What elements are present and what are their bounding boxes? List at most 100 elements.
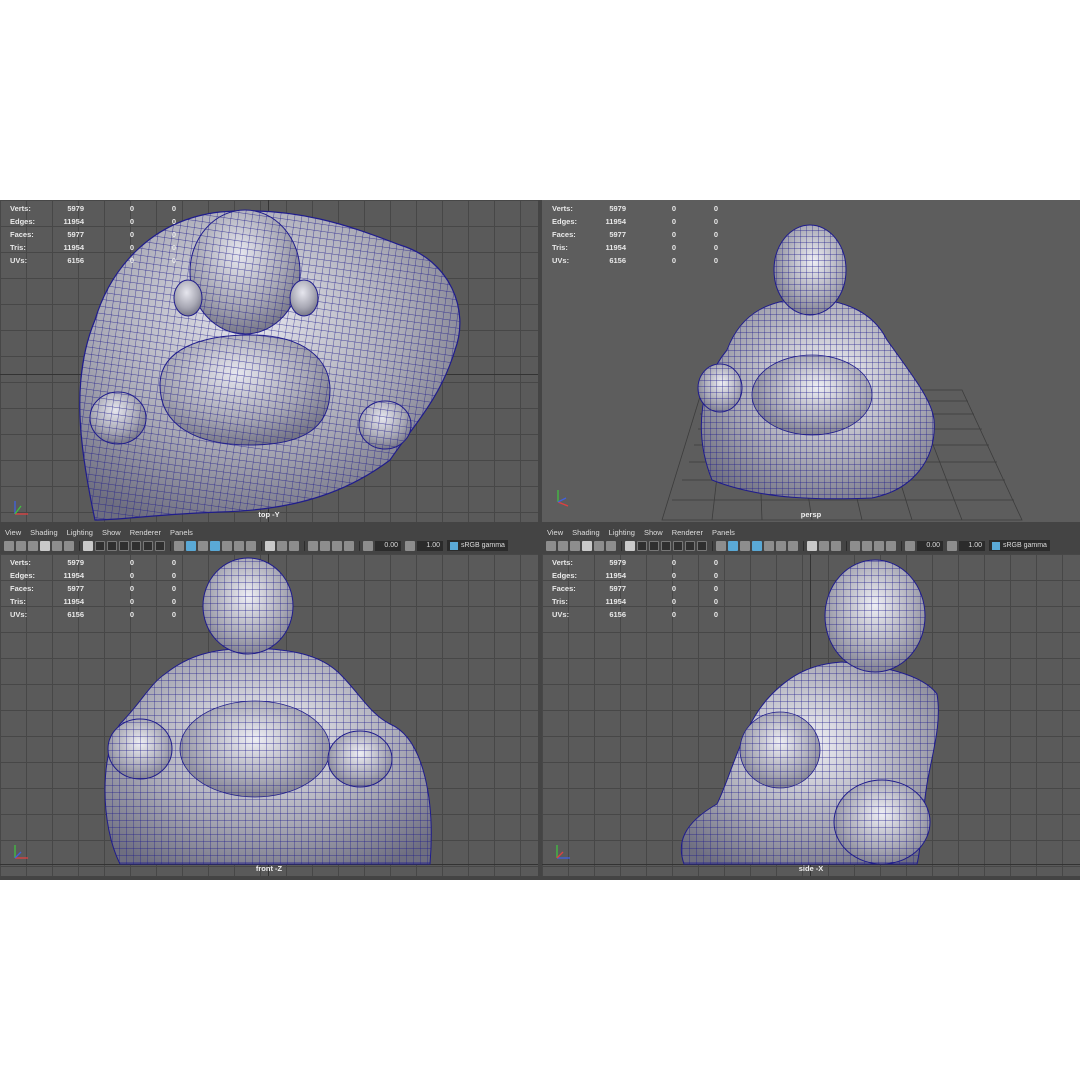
stat-value-edges: 11954 [63, 217, 84, 226]
grease-pencil-icon[interactable] [606, 540, 616, 551]
anti-aliasing-icon[interactable] [289, 540, 299, 551]
wireframe-on-shaded-icon[interactable] [210, 540, 220, 551]
stat-value-faces: 5977 [67, 584, 84, 593]
grid-icon[interactable] [625, 540, 635, 551]
menu-renderer[interactable]: Renderer [672, 528, 703, 537]
exposure-icon[interactable] [363, 540, 373, 551]
shadows-icon[interactable] [246, 540, 256, 551]
color-space-button[interactable]: sRGB gamma [989, 540, 1050, 551]
isolate-select-icon[interactable] [850, 540, 860, 551]
default-material-icon[interactable] [740, 540, 750, 551]
image-plane-icon[interactable] [40, 540, 50, 551]
anti-aliasing-icon[interactable] [831, 540, 841, 551]
menu-view[interactable]: View [547, 528, 563, 537]
field-chart-icon[interactable] [673, 540, 683, 551]
panel-toolbar: 0.00 1.00 sRGB gamma [542, 538, 1080, 553]
xray-joints-icon[interactable] [332, 540, 342, 551]
textured-icon[interactable] [764, 540, 774, 551]
film-gate-icon[interactable] [95, 540, 105, 551]
safe-action-icon[interactable] [685, 540, 695, 551]
stat-value-verts: 5979 [609, 204, 626, 213]
menu-panels[interactable]: Panels [712, 528, 735, 537]
stat-zero: 0 [671, 243, 676, 252]
textured-icon[interactable] [222, 540, 232, 551]
gamma-field[interactable]: 1.00 [959, 540, 985, 551]
menu-panels[interactable]: Panels [170, 528, 193, 537]
stat-zero: 0 [671, 571, 676, 580]
xray-icon[interactable] [862, 540, 872, 551]
stat-zero: 0 [129, 597, 134, 606]
image-plane-icon[interactable] [582, 540, 592, 551]
light-icon[interactable] [234, 540, 244, 551]
film-gate-icon[interactable] [637, 540, 647, 551]
wireframe-on-shaded-icon[interactable] [752, 540, 762, 551]
viewport-top[interactable]: Verts: 5979 0 0 Edges: 11954 0 0 Faces: 5977 0 0 … [0, 200, 538, 522]
grease-pencil-icon[interactable] [64, 540, 74, 551]
menu-shading[interactable]: Shading [572, 528, 600, 537]
2d-pan-zoom-icon[interactable] [594, 540, 604, 551]
wireframe-icon[interactable] [716, 540, 726, 551]
field-chart-icon[interactable] [131, 540, 141, 551]
bookmark-icon[interactable] [570, 540, 580, 551]
bookmark-icon[interactable] [28, 540, 38, 551]
exposure-icon[interactable] [905, 540, 915, 551]
menu-lighting[interactable]: Lighting [609, 528, 635, 537]
viewport-front[interactable]: Verts: 5979 0 0 Edges: 11954 0 0 Faces: 5977 0 0 … [0, 554, 538, 876]
xray-active-icon[interactable] [344, 540, 354, 551]
viewport-side[interactable]: Verts: 5979 0 0 Edges: 11954 0 0 Faces: 5977 0 0 … [542, 554, 1080, 876]
toolbar-separator [901, 540, 902, 551]
camera-attributes-icon[interactable] [16, 540, 26, 551]
gamma-field[interactable]: 1.00 [417, 540, 443, 551]
shadows-icon[interactable] [788, 540, 798, 551]
stat-label-faces: Faces: [10, 230, 34, 239]
safe-action-icon[interactable] [143, 540, 153, 551]
resolution-gate-icon[interactable] [649, 540, 659, 551]
2d-pan-zoom-icon[interactable] [52, 540, 62, 551]
stat-label-uvs: UVs: [10, 610, 28, 619]
stat-zero: 0 [713, 558, 718, 567]
grid-icon[interactable] [83, 540, 93, 551]
stat-zero: 0 [713, 204, 718, 213]
gate-mask-icon[interactable] [661, 540, 671, 551]
stat-value-verts: 5979 [67, 558, 84, 567]
camera-icon[interactable] [4, 540, 14, 551]
menu-show[interactable]: Show [644, 528, 663, 537]
panel-toolbar: 0.00 1.00 sRGB gamma [0, 538, 538, 553]
gamma-icon[interactable] [405, 540, 415, 551]
stat-label-uvs: UVs: [10, 256, 28, 265]
camera-icon[interactable] [546, 540, 556, 551]
menu-renderer[interactable]: Renderer [130, 528, 161, 537]
ambient-occlusion-icon[interactable] [807, 540, 817, 551]
default-material-icon[interactable] [198, 540, 208, 551]
viewport-persp[interactable]: Verts: 5979 0 0 Edges: 11954 0 0 Faces: 5977 0 0 … [542, 200, 1080, 522]
smooth-shade-icon[interactable] [186, 540, 196, 551]
exposure-field[interactable]: 0.00 [917, 540, 943, 551]
toolbar-separator [261, 540, 262, 551]
menu-view[interactable]: View [5, 528, 21, 537]
exposure-field[interactable]: 0.00 [375, 540, 401, 551]
resolution-gate-icon[interactable] [107, 540, 117, 551]
motion-blur-icon[interactable] [819, 540, 829, 551]
ambient-occlusion-icon[interactable] [265, 540, 275, 551]
xray-active-icon[interactable] [886, 540, 896, 551]
light-icon[interactable] [776, 540, 786, 551]
menu-lighting[interactable]: Lighting [67, 528, 93, 537]
gate-mask-icon[interactable] [119, 540, 129, 551]
safe-title-icon[interactable] [155, 540, 165, 551]
safe-title-icon[interactable] [697, 540, 707, 551]
xray-joints-icon[interactable] [874, 540, 884, 551]
color-space-button[interactable]: sRGB gamma [447, 540, 508, 551]
motion-blur-icon[interactable] [277, 540, 287, 551]
gamma-icon[interactable] [947, 540, 957, 551]
menu-show[interactable]: Show [102, 528, 121, 537]
isolate-select-icon[interactable] [308, 540, 318, 551]
poly-count-hud: Verts: 5979 0 0 Edges: 11954 0 0 Faces: 5977 0 0 … [552, 556, 718, 621]
smooth-shade-icon[interactable] [728, 540, 738, 551]
camera-attributes-icon[interactable] [558, 540, 568, 551]
stat-label-verts: Verts: [552, 558, 573, 567]
xray-icon[interactable] [320, 540, 330, 551]
color-management-icon [992, 541, 1000, 550]
wireframe-icon[interactable] [174, 540, 184, 551]
menu-shading[interactable]: Shading [30, 528, 58, 537]
stat-value-verts: 5979 [609, 558, 626, 567]
